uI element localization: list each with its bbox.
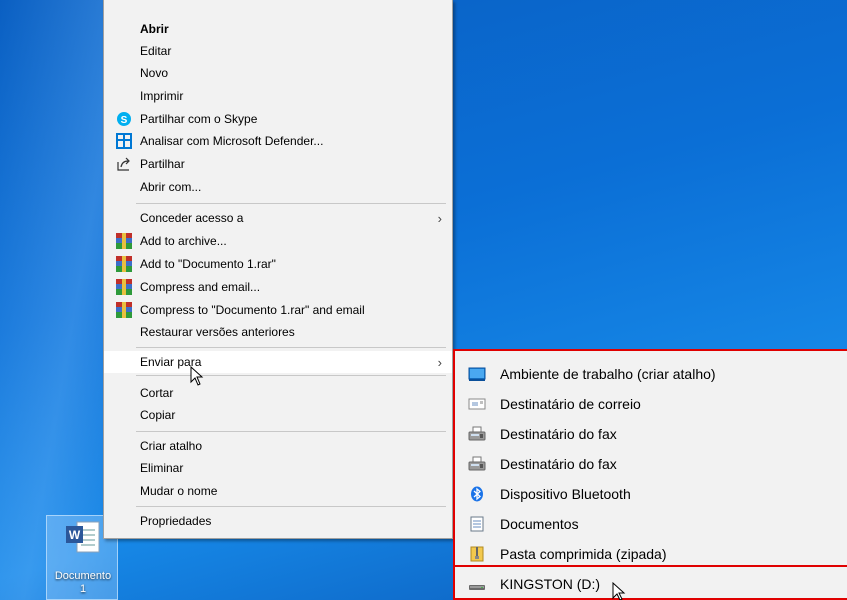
- zip-folder-icon: [468, 546, 486, 562]
- menu-item-cortar[interactable]: Cortar: [104, 382, 452, 404]
- menu-item-enviar-para[interactable]: Enviar para ›: [104, 351, 452, 373]
- svg-text:W: W: [69, 528, 81, 542]
- menu-separator: [136, 347, 446, 348]
- send-to-desktop[interactable]: Ambiente de trabalho (criar atalho): [455, 359, 847, 389]
- share-icon: [116, 156, 132, 172]
- mouse-cursor-icon: [190, 366, 204, 386]
- desktop-file-label: Documento 1: [54, 570, 112, 595]
- desktop-background-ray: [0, 0, 110, 600]
- fax-icon: [468, 456, 486, 472]
- skype-icon: S: [116, 111, 132, 127]
- menu-item-skype[interactable]: S Partilhar com o Skype: [104, 108, 452, 130]
- highlight-divider: [455, 565, 847, 567]
- menu-item-conceder-acesso[interactable]: Conceder acesso a ›: [104, 207, 452, 229]
- menu-item-criar-atalho[interactable]: Criar atalho: [104, 435, 452, 457]
- menu-separator: [136, 431, 446, 432]
- drive-icon: [468, 576, 486, 592]
- winrar-icon: [116, 279, 132, 295]
- send-to-submenu: Ambiente de trabalho (criar atalho) Dest…: [453, 349, 847, 600]
- menu-separator: [136, 506, 446, 507]
- menu-item-editar[interactable]: Editar: [104, 40, 452, 62]
- menu-item-restaurar-versoes[interactable]: Restaurar versões anteriores: [104, 321, 452, 343]
- send-to-fax-recipient[interactable]: Destinatário do fax: [455, 419, 847, 449]
- desktop-icon: [468, 366, 486, 382]
- send-to-bluetooth[interactable]: Dispositivo Bluetooth: [455, 479, 847, 509]
- menu-item-abrir[interactable]: Abrir: [104, 18, 452, 40]
- winrar-icon: [116, 233, 132, 249]
- send-to-mail-recipient[interactable]: Destinatário de correio: [455, 389, 847, 419]
- menu-item-imprimir[interactable]: Imprimir: [104, 85, 452, 107]
- svg-text:S: S: [121, 115, 128, 126]
- send-to-kingston-drive[interactable]: KINGSTON (D:): [455, 569, 847, 599]
- menu-item-mudar-o-nome[interactable]: Mudar o nome: [104, 480, 452, 502]
- chevron-right-icon: ›: [437, 211, 442, 226]
- menu-item-novo[interactable]: Novo: [104, 62, 452, 84]
- documents-icon: [468, 516, 486, 532]
- word-document-icon: W: [66, 521, 100, 553]
- menu-item-defender[interactable]: Analisar com Microsoft Defender...: [104, 130, 452, 152]
- menu-item-partilhar[interactable]: Partilhar: [104, 153, 452, 175]
- menu-item-add-to-rar[interactable]: Add to "Documento 1.rar": [104, 253, 452, 275]
- send-to-fax-recipient-2[interactable]: Destinatário do fax: [455, 449, 847, 479]
- winrar-icon: [116, 256, 132, 272]
- menu-item-copiar[interactable]: Copiar: [104, 404, 452, 426]
- menu-item-abrir-com[interactable]: Abrir com...: [104, 176, 452, 198]
- bluetooth-icon: [468, 486, 486, 502]
- fax-icon: [468, 426, 486, 442]
- send-to-documents[interactable]: Documentos: [455, 509, 847, 539]
- menu-separator: [136, 375, 446, 376]
- menu-item-eliminar[interactable]: Eliminar: [104, 457, 452, 479]
- context-menu: Abrir Editar Novo Imprimir S Partilhar c…: [103, 0, 453, 539]
- winrar-icon: [116, 302, 132, 318]
- chevron-right-icon: ›: [437, 355, 442, 370]
- mouse-cursor-icon: [612, 582, 626, 600]
- menu-item-add-to-archive[interactable]: Add to archive...: [104, 230, 452, 252]
- mail-recipient-icon: [468, 396, 486, 412]
- menu-item-propriedades[interactable]: Propriedades: [104, 510, 452, 532]
- menu-item-compress-and-email[interactable]: Compress and email...: [104, 276, 452, 298]
- menu-separator: [136, 203, 446, 204]
- defender-icon: [116, 133, 132, 149]
- menu-item-compress-to-rar-email[interactable]: Compress to "Documento 1.rar" and email: [104, 299, 452, 321]
